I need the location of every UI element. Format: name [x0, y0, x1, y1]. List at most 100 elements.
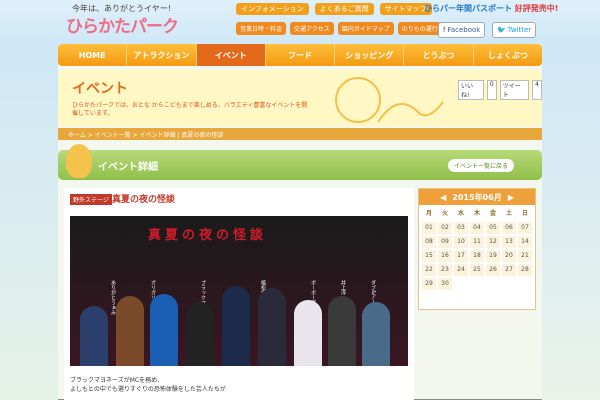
calendar-day[interactable]: 12: [486, 236, 500, 248]
twitter-icon: 🐦: [497, 26, 506, 34]
social-share: いいね! 0 ツイート 4: [458, 80, 542, 100]
ferris-wheel-illustration: [335, 77, 444, 123]
passport-promo[interactable]: ひらパー年間パスポート 好評発売中!: [424, 3, 558, 14]
event-banner: イベント ひらかたパークでは、おとな からこどもまで楽しめる、バラエティ豊富なイ…: [58, 70, 542, 126]
performer-figure: [258, 288, 286, 366]
main-nav: HOME アトラクション イベント フード ショッピング とうぶつ しょくぶつ: [58, 44, 542, 66]
calendar-day[interactable]: 22: [422, 264, 436, 276]
site-logo[interactable]: ひらかたパーク: [66, 12, 179, 37]
event-description: ブラックマヨネーズがMCを務め、 よしもとの中でも選りすぐりの恐怖体験をした芸人…: [70, 376, 370, 394]
nav-plants[interactable]: しょくぶつ: [474, 44, 542, 66]
performer-figure: [116, 296, 144, 366]
performer-figure: [80, 306, 108, 366]
left-decoration: [0, 44, 58, 400]
calendar-day[interactable]: 18: [470, 250, 484, 262]
calendar-day[interactable]: 17: [454, 250, 468, 262]
calendar-grid: 月火水木金土日 01 02 03 04 05 06 07 08 09 10 11 12 13 14 15 16 1…: [419, 205, 535, 293]
twitter-button[interactable]: 🐦 Twitter: [492, 22, 537, 38]
calendar-day[interactable]: 24: [454, 264, 468, 276]
tweet-button[interactable]: ツイート: [499, 80, 530, 100]
calendar-day[interactable]: 02: [438, 222, 452, 234]
performer-figure: [294, 300, 322, 366]
nav-attraction[interactable]: アトラクション: [127, 44, 197, 66]
calendar-day[interactable]: 09: [438, 236, 452, 248]
sub-link-access[interactable]: 交通アクセス: [290, 22, 334, 35]
performer-figure: [362, 302, 390, 366]
calendar-day[interactable]: 16: [438, 250, 452, 262]
event-poster: 真夏の夜の怪談 ありがとうぁみ ガリガリガリクソン ブラックマヨネーズ 植松俊典…: [70, 216, 408, 366]
desc-line: よしもとの中でも選りすぐりの恐怖体験をした芸人たちが: [70, 386, 226, 393]
calendar-day[interactable]: 14: [518, 236, 532, 248]
calendar-day[interactable]: 20: [502, 250, 516, 262]
banner-title: イベント: [72, 81, 128, 97]
calendar-dow: 日: [518, 208, 532, 220]
breadcrumb[interactable]: ホーム > イベント一覧 > イベント詳細 | 真夏の夜の怪談: [58, 128, 542, 140]
nav-food[interactable]: フード: [266, 44, 336, 66]
calendar-day[interactable]: 10: [454, 236, 468, 248]
facebook-icon: f: [443, 26, 446, 34]
nav-animals[interactable]: とうぶつ: [404, 44, 474, 66]
performer-figure: [328, 296, 356, 366]
next-month-icon[interactable]: ▶: [508, 193, 514, 202]
tweet-count: 4: [532, 80, 542, 100]
calendar-day[interactable]: 08: [422, 236, 436, 248]
detail-title: イベント詳細: [98, 162, 158, 173]
banner-desc: ひらかたパークでは、おとな からこどもまで楽しめる、バラエティ豊富なイベントを開…: [72, 102, 308, 117]
calendar-day[interactable]: 28: [518, 264, 532, 276]
calendar-day[interactable]: 23: [438, 264, 452, 276]
poster-title: 真夏の夜の怪談: [148, 228, 268, 243]
top-links: インフォメーション よくあるご質問 サイトマップ: [236, 3, 432, 15]
calendar-day[interactable]: 03: [454, 222, 468, 234]
prev-month-icon[interactable]: ◀: [440, 193, 446, 202]
facebook-button[interactable]: f Facebook: [438, 22, 486, 38]
facebook-label: Facebook: [447, 26, 481, 34]
calendar-day[interactable]: 04: [470, 222, 484, 234]
calendar-dow: 水: [454, 208, 468, 220]
event-calendar: ◀ 2015年06月 ▶ 月火水木金土日 01 02 03 04 05 06 07 08 09 10…: [418, 188, 536, 310]
calendar-day[interactable]: 30: [438, 278, 452, 290]
calendar-day[interactable]: 26: [486, 264, 500, 276]
site-header: 今年は、ありがとうイヤー! ひらかたパーク インフォメーション よくあるご質問 …: [0, 0, 600, 44]
calendar-day[interactable]: 11: [470, 236, 484, 248]
calendar-day[interactable]: 05: [486, 222, 500, 234]
like-button[interactable]: いいね!: [458, 80, 484, 100]
twitter-label: Twitter: [507, 26, 532, 34]
desc-line: ブラックマヨネーズがMCを務め、: [70, 377, 164, 384]
passport-label: ひらパー年間パスポート: [424, 4, 512, 13]
top-link-faq[interactable]: よくあるご質問: [314, 3, 374, 15]
calendar-header: ◀ 2015年06月 ▶: [419, 189, 535, 205]
calendar-dow: 土: [502, 208, 516, 220]
venue-tag: 野外ステージ: [70, 194, 112, 205]
calendar-dow: 月: [422, 208, 436, 220]
nav-event[interactable]: イベント: [196, 44, 266, 66]
mascot-icon: [66, 144, 92, 178]
sub-links: 営業日時・料金 交通アクセス 園内ガイドマップ のりもの運行状況: [236, 22, 454, 35]
calendar-day[interactable]: 25: [470, 264, 484, 276]
calendar-day[interactable]: 21: [518, 250, 532, 262]
passport-badge: 好評発売中!: [514, 4, 559, 13]
calendar-day[interactable]: 01: [422, 222, 436, 234]
calendar-day[interactable]: 06: [502, 222, 516, 234]
nav-shopping[interactable]: ショッピング: [335, 44, 405, 66]
nav-home[interactable]: HOME: [58, 44, 128, 66]
top-link-info[interactable]: インフォメーション: [236, 3, 309, 15]
calendar-dow: 火: [438, 208, 452, 220]
calendar-day[interactable]: 27: [502, 264, 516, 276]
calendar-day[interactable]: 13: [502, 236, 516, 248]
sub-link-hours[interactable]: 営業日時・料金: [236, 22, 287, 35]
performer-figure: [186, 302, 214, 366]
performer-figure: [150, 294, 178, 366]
event-content: 野外ステージ 真夏の夜の怪談 真夏の夜の怪談 ありがとうぁみ ガリガリガリクソン…: [64, 188, 414, 400]
calendar-day[interactable]: 29: [422, 278, 436, 290]
calendar-day[interactable]: 15: [422, 250, 436, 262]
back-to-list-button[interactable]: イベント一覧に戻る: [448, 159, 515, 172]
like-count: 0: [486, 80, 497, 100]
calendar-month: 2015年06月: [452, 192, 502, 202]
event-title: 真夏の夜の怪談: [112, 195, 176, 205]
right-decoration: [542, 44, 600, 400]
performer-figure: [222, 286, 250, 366]
calendar-dow: 木: [470, 208, 484, 220]
calendar-day[interactable]: 19: [486, 250, 500, 262]
calendar-day[interactable]: 07: [518, 222, 532, 234]
sub-link-map[interactable]: 園内ガイドマップ: [337, 22, 394, 35]
